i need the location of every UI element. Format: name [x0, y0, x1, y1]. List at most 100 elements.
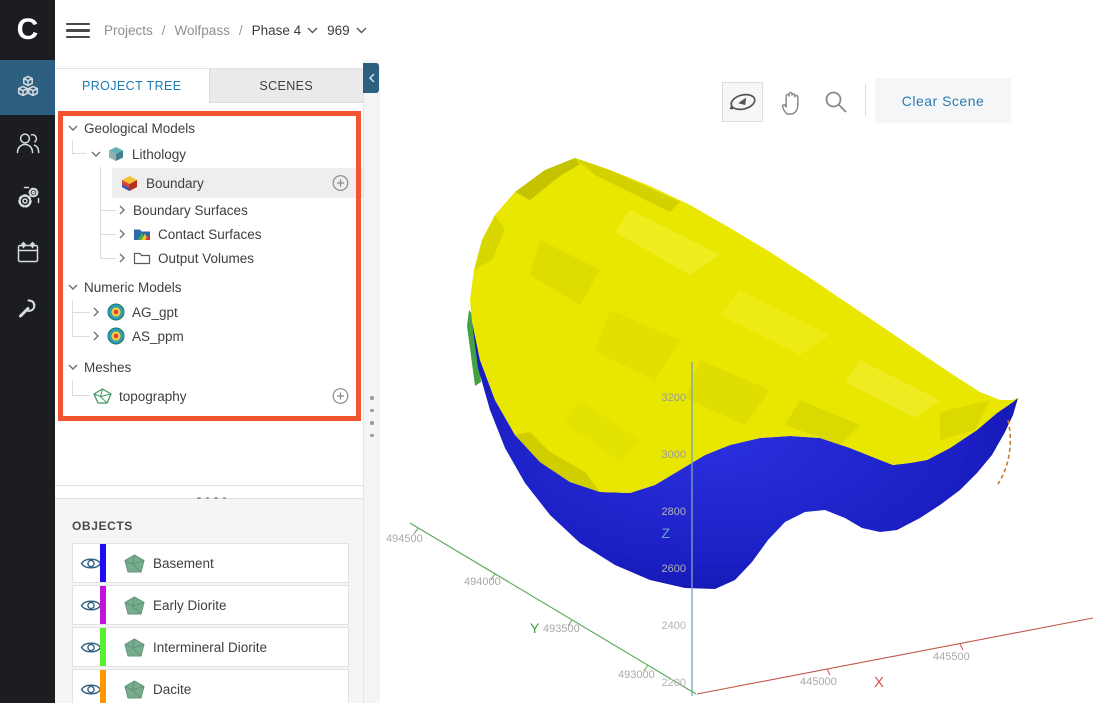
- y-tick: 494000: [464, 576, 501, 588]
- users-icon: [14, 130, 42, 156]
- breadcrumb: Projects / Wolfpass / Phase 4 969: [104, 0, 367, 60]
- tree-node-as-ppm[interactable]: AS_ppm: [55, 324, 363, 348]
- top-bar: C Projects / Wolfpass / Phase 4 969: [0, 0, 1093, 60]
- chevron-down-icon: [307, 27, 318, 34]
- rail-item-settings[interactable]: [0, 170, 55, 225]
- logo-letter: C: [17, 13, 39, 47]
- object-label: Dacite: [153, 682, 191, 697]
- x-axis-label: X: [874, 674, 884, 691]
- nav-rail: [0, 60, 55, 703]
- side-panel: PROJECT TREE SCENES Geological Models: [55, 60, 363, 703]
- rail-item-models[interactable]: [0, 60, 55, 115]
- object-color-bar: [100, 544, 106, 582]
- axis-x: 445000 445500 X: [697, 618, 1093, 694]
- chevron-collapsed-icon[interactable]: [89, 307, 103, 317]
- mesh-volume-icon: [124, 554, 145, 573]
- chevron-expanded-icon[interactable]: [66, 364, 80, 371]
- numeric-model-icon: [107, 303, 125, 321]
- object-label: Basement: [153, 556, 214, 571]
- visibility-eye-icon[interactable]: [80, 640, 102, 655]
- chevron-expanded-icon[interactable]: [66, 125, 80, 132]
- panel-gutter: [363, 60, 380, 703]
- y-axis-label: Y: [530, 620, 540, 636]
- scene-viewport[interactable]: 494500 494000 493500 493000 Y 445000 445…: [380, 60, 1093, 703]
- object-row-dacite[interactable]: Dacite: [72, 669, 349, 703]
- z-axis-label: Z: [661, 525, 670, 541]
- mesh-volume-icon: [124, 596, 145, 615]
- scene-3d-canvas[interactable]: 494500 494000 493500 493000 Y 445000 445…: [380, 60, 1093, 703]
- boundary-icon: [120, 175, 139, 192]
- rail-item-schedule[interactable]: [0, 225, 55, 280]
- chevron-expanded-icon[interactable]: [66, 284, 80, 291]
- tab-scenes[interactable]: SCENES: [209, 69, 364, 103]
- rail-item-tools[interactable]: [0, 280, 55, 335]
- contact-surfaces-icon: [133, 227, 151, 241]
- project-tree: Geological Models Lithology Boundary: [55, 103, 363, 486]
- object-color-bar: [100, 628, 106, 666]
- chevron-down-icon: [356, 27, 367, 34]
- object-label: Early Diorite: [153, 598, 227, 613]
- add-to-scene-button[interactable]: [332, 388, 349, 405]
- tree-node-numeric-models[interactable]: Numeric Models: [55, 274, 363, 300]
- tree-node-boundary-surfaces[interactable]: Boundary Surfaces: [55, 198, 363, 222]
- z-tick: 2200: [662, 677, 686, 689]
- cubes-icon: [14, 74, 42, 102]
- visibility-eye-icon[interactable]: [80, 556, 102, 571]
- object-row-early-diorite[interactable]: Early Diorite: [72, 585, 349, 625]
- chevron-collapsed-icon[interactable]: [115, 229, 129, 239]
- pan-tool-button[interactable]: [776, 87, 806, 117]
- tree-node-topography[interactable]: topography: [55, 382, 363, 410]
- add-to-scene-button[interactable]: [332, 175, 349, 192]
- z-tick: 3000: [662, 449, 686, 461]
- chevron-collapsed-icon[interactable]: [115, 253, 129, 263]
- mesh-icon: [93, 388, 112, 404]
- y-tick: 493500: [543, 623, 580, 635]
- object-color-bar: [100, 586, 106, 624]
- chevron-collapsed-icon[interactable]: [115, 205, 129, 215]
- chevron-collapsed-icon[interactable]: [89, 331, 103, 341]
- plus-circle-icon: [332, 175, 349, 192]
- mesh-volume-icon: [124, 680, 145, 699]
- rail-item-users[interactable]: [0, 115, 55, 170]
- tree-node-lithology[interactable]: Lithology: [55, 141, 363, 167]
- y-tick: 494500: [386, 533, 423, 545]
- breadcrumb-version-dropdown[interactable]: 969: [327, 23, 367, 38]
- clear-scene-button[interactable]: Clear Scene: [875, 78, 1011, 123]
- breadcrumb-phase-dropdown[interactable]: Phase 4: [252, 23, 319, 38]
- central-logo[interactable]: C: [0, 0, 55, 60]
- tree-node-meshes[interactable]: Meshes: [55, 354, 363, 380]
- breadcrumb-wolfpass[interactable]: Wolfpass: [175, 23, 230, 38]
- central-app: C Projects / Wolfpass / Phase 4 969: [0, 0, 1093, 703]
- mesh-volume-icon: [124, 638, 145, 657]
- toolbar-divider: [865, 84, 866, 116]
- visibility-eye-icon[interactable]: [80, 598, 102, 613]
- zoom-tool-button[interactable]: [821, 87, 851, 117]
- object-row-basement[interactable]: Basement: [72, 543, 349, 583]
- magnifier-icon: [823, 89, 849, 115]
- calendar-icon: [15, 240, 41, 266]
- tree-node-contact-surfaces[interactable]: Contact Surfaces: [55, 222, 363, 246]
- numeric-model-icon: [107, 327, 125, 345]
- menu-icon[interactable]: [66, 23, 90, 38]
- z-tick: 2400: [662, 620, 686, 632]
- tab-project-tree[interactable]: PROJECT TREE: [55, 69, 209, 103]
- tree-node-output-volumes[interactable]: Output Volumes: [55, 246, 363, 270]
- x-tick: 445500: [933, 651, 970, 663]
- breadcrumb-separator: /: [239, 23, 243, 38]
- z-tick: 3200: [662, 392, 686, 404]
- chevron-expanded-icon[interactable]: [89, 151, 103, 158]
- x-tick: 445000: [800, 676, 837, 688]
- tree-node-boundary[interactable]: Boundary: [112, 168, 363, 198]
- objects-header: OBJECTS: [72, 519, 363, 533]
- plus-circle-icon: [332, 388, 349, 405]
- object-row-intermineral-diorite[interactable]: Intermineral Diorite: [72, 627, 349, 667]
- object-color-bar: [100, 670, 106, 703]
- tree-node-ag-gpt[interactable]: AG_gpt: [55, 300, 363, 324]
- breadcrumb-projects[interactable]: Projects: [104, 23, 153, 38]
- tree-node-geological-models[interactable]: Geological Models: [55, 115, 363, 141]
- visibility-eye-icon[interactable]: [80, 682, 102, 697]
- rotate-tool-button[interactable]: [722, 82, 763, 122]
- gutter-handle-icon[interactable]: [370, 396, 374, 437]
- collapse-panel-button[interactable]: [363, 63, 379, 93]
- y-tick: 493000: [618, 669, 655, 681]
